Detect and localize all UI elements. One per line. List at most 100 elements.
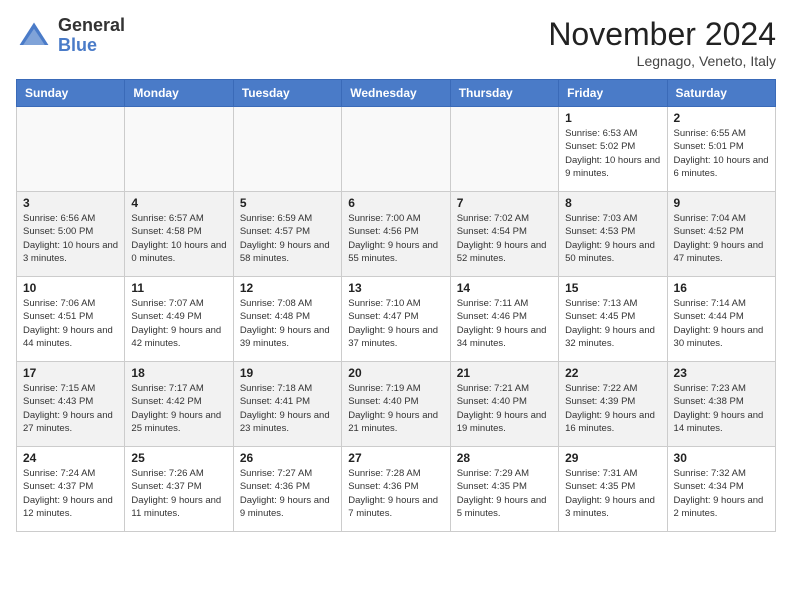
day-cell-25: 25 Sunrise: 7:26 AMSunset: 4:37 PMDayligh… [125,447,233,532]
day-info: Sunrise: 7:32 AMSunset: 4:34 PMDaylight:… [674,467,769,520]
day-cell-6: 6 Sunrise: 7:00 AMSunset: 4:56 PMDaylight… [342,192,450,277]
day-number: 16 [674,281,769,295]
day-number: 1 [565,111,660,125]
day-cell-30: 30 Sunrise: 7:32 AMSunset: 4:34 PMDayligh… [667,447,775,532]
day-info: Sunrise: 7:13 AMSunset: 4:45 PMDaylight:… [565,297,660,350]
logo: General Blue [16,16,125,56]
day-cell-16: 16 Sunrise: 7:14 AMSunset: 4:44 PMDayligh… [667,277,775,362]
col-header-friday: Friday [559,80,667,107]
day-cell-12: 12Sunrise: 7:08 AMSunset: 4:48 PMDayligh… [233,277,341,362]
week-row-4: 17 Sunrise: 7:15 AMSunset: 4:43 PMDayligh… [17,362,776,447]
logo-text: General Blue [58,16,125,56]
day-number: 4 [131,196,226,210]
day-cell-5: 5 Sunrise: 6:59 AMSunset: 4:57 PMDaylight… [233,192,341,277]
day-cell-8: 8Sunrise: 7:03 AMSunset: 4:53 PMDaylight… [559,192,667,277]
empty-cell [125,107,233,192]
day-cell-11: 11 Sunrise: 7:07 AMSunset: 4:49 PMDayligh… [125,277,233,362]
col-header-monday: Monday [125,80,233,107]
day-cell-9: 9 Sunrise: 7:04 AMSunset: 4:52 PMDaylight… [667,192,775,277]
day-cell-24: 24 Sunrise: 7:24 AMSunset: 4:37 PMDayligh… [17,447,125,532]
day-number: 17 [23,366,118,380]
day-cell-29: 29Sunrise: 7:31 AMSunset: 4:35 PMDayligh… [559,447,667,532]
day-info: Sunrise: 7:00 AMSunset: 4:56 PMDaylight:… [348,212,443,265]
logo-blue: Blue [58,35,97,55]
day-number: 22 [565,366,660,380]
day-cell-13: 13 Sunrise: 7:10 AMSunset: 4:47 PMDayligh… [342,277,450,362]
day-number: 21 [457,366,552,380]
day-info: Sunrise: 7:07 AMSunset: 4:49 PMDaylight:… [131,297,226,350]
day-cell-26: 26Sunrise: 7:27 AMSunset: 4:36 PMDayligh… [233,447,341,532]
day-info: Sunrise: 7:14 AMSunset: 4:44 PMDaylight:… [674,297,769,350]
logo-icon [16,18,52,54]
day-number: 7 [457,196,552,210]
day-info: Sunrise: 7:23 AMSunset: 4:38 PMDaylight:… [674,382,769,435]
day-info: Sunrise: 6:55 AMSunset: 5:01 PMDaylight:… [674,127,769,180]
day-number: 6 [348,196,443,210]
day-info: Sunrise: 6:56 AMSunset: 5:00 PMDaylight:… [23,212,118,265]
day-cell-1: 1 Sunrise: 6:53 AMSunset: 5:02 PMDaylight… [559,107,667,192]
day-cell-22: 22 Sunrise: 7:22 AMSunset: 4:39 PMDayligh… [559,362,667,447]
day-cell-17: 17 Sunrise: 7:15 AMSunset: 4:43 PMDayligh… [17,362,125,447]
col-header-sunday: Sunday [17,80,125,107]
day-cell-18: 18Sunrise: 7:17 AMSunset: 4:42 PMDayligh… [125,362,233,447]
week-row-1: 1 Sunrise: 6:53 AMSunset: 5:02 PMDaylight… [17,107,776,192]
calendar-header-row: SundayMondayTuesdayWednesdayThursdayFrid… [17,80,776,107]
day-number: 19 [240,366,335,380]
day-info: Sunrise: 7:03 AMSunset: 4:53 PMDaylight:… [565,212,660,265]
day-cell-27: 27Sunrise: 7:28 AMSunset: 4:36 PMDayligh… [342,447,450,532]
day-info: Sunrise: 7:19 AMSunset: 4:40 PMDaylight:… [348,382,443,435]
day-info: Sunrise: 7:31 AMSunset: 4:35 PMDaylight:… [565,467,660,520]
day-cell-21: 21Sunrise: 7:21 AMSunset: 4:40 PMDayligh… [450,362,558,447]
day-info: Sunrise: 7:11 AMSunset: 4:46 PMDaylight:… [457,297,552,350]
day-info: Sunrise: 6:59 AMSunset: 4:57 PMDaylight:… [240,212,335,265]
day-info: Sunrise: 7:29 AMSunset: 4:35 PMDaylight:… [457,467,552,520]
day-info: Sunrise: 7:17 AMSunset: 4:42 PMDaylight:… [131,382,226,435]
week-row-5: 24 Sunrise: 7:24 AMSunset: 4:37 PMDayligh… [17,447,776,532]
day-info: Sunrise: 7:08 AMSunset: 4:48 PMDaylight:… [240,297,335,350]
day-cell-14: 14Sunrise: 7:11 AMSunset: 4:46 PMDayligh… [450,277,558,362]
day-info: Sunrise: 7:24 AMSunset: 4:37 PMDaylight:… [23,467,118,520]
empty-cell [233,107,341,192]
day-number: 13 [348,281,443,295]
day-cell-4: 4Sunrise: 6:57 AMSunset: 4:58 PMDaylight… [125,192,233,277]
location: Legnago, Veneto, Italy [548,53,776,69]
col-header-tuesday: Tuesday [233,80,341,107]
day-info: Sunrise: 7:18 AMSunset: 4:41 PMDaylight:… [240,382,335,435]
week-row-2: 3 Sunrise: 6:56 AMSunset: 5:00 PMDaylight… [17,192,776,277]
day-number: 11 [131,281,226,295]
empty-cell [450,107,558,192]
day-number: 9 [674,196,769,210]
day-cell-19: 19 Sunrise: 7:18 AMSunset: 4:41 PMDayligh… [233,362,341,447]
day-number: 2 [674,111,769,125]
day-cell-7: 7 Sunrise: 7:02 AMSunset: 4:54 PMDaylight… [450,192,558,277]
day-cell-28: 28Sunrise: 7:29 AMSunset: 4:35 PMDayligh… [450,447,558,532]
day-number: 10 [23,281,118,295]
day-number: 5 [240,196,335,210]
page-header: General Blue November 2024 Legnago, Vene… [16,16,776,69]
day-cell-2: 2 Sunrise: 6:55 AMSunset: 5:01 PMDaylight… [667,107,775,192]
day-number: 26 [240,451,335,465]
empty-cell [17,107,125,192]
month-title: November 2024 [548,16,776,53]
day-number: 23 [674,366,769,380]
day-info: Sunrise: 7:02 AMSunset: 4:54 PMDaylight:… [457,212,552,265]
day-info: Sunrise: 7:22 AMSunset: 4:39 PMDaylight:… [565,382,660,435]
day-cell-3: 3 Sunrise: 6:56 AMSunset: 5:00 PMDaylight… [17,192,125,277]
day-info: Sunrise: 7:10 AMSunset: 4:47 PMDaylight:… [348,297,443,350]
day-info: Sunrise: 7:04 AMSunset: 4:52 PMDaylight:… [674,212,769,265]
day-number: 24 [23,451,118,465]
col-header-thursday: Thursday [450,80,558,107]
day-number: 30 [674,451,769,465]
day-cell-20: 20 Sunrise: 7:19 AMSunset: 4:40 PMDayligh… [342,362,450,447]
logo-general: General [58,15,125,35]
day-cell-15: 15Sunrise: 7:13 AMSunset: 4:45 PMDayligh… [559,277,667,362]
day-info: Sunrise: 7:26 AMSunset: 4:37 PMDaylight:… [131,467,226,520]
day-cell-23: 23 Sunrise: 7:23 AMSunset: 4:38 PMDayligh… [667,362,775,447]
day-number: 27 [348,451,443,465]
day-info: Sunrise: 7:15 AMSunset: 4:43 PMDaylight:… [23,382,118,435]
title-section: November 2024 Legnago, Veneto, Italy [548,16,776,69]
day-number: 3 [23,196,118,210]
day-number: 25 [131,451,226,465]
day-number: 20 [348,366,443,380]
day-info: Sunrise: 6:53 AMSunset: 5:02 PMDaylight:… [565,127,660,180]
